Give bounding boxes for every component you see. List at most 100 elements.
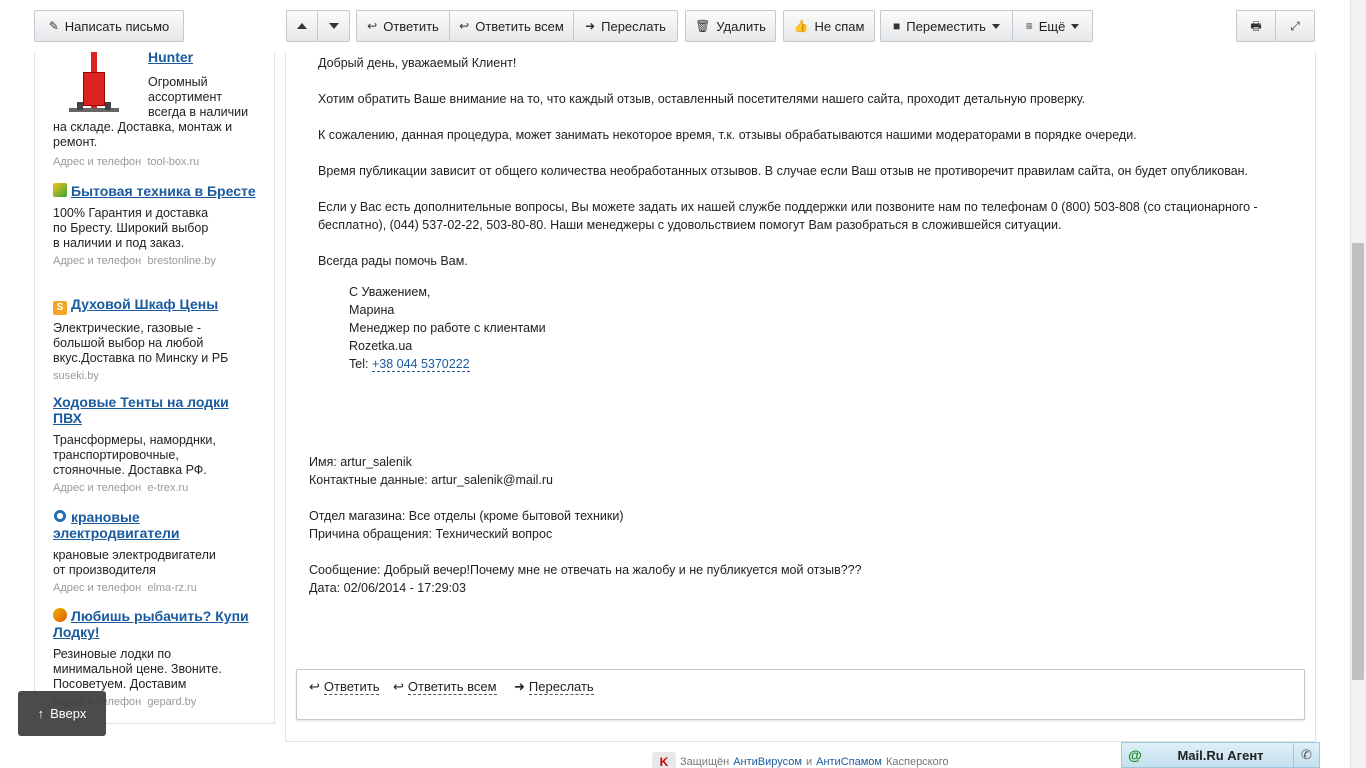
ad-meta[interactable]: Адрес и телефон brestonline.by [53, 254, 259, 269]
quick-forward-button[interactable]: ➜ Переслать [514, 679, 594, 695]
reply-button[interactable]: ↩ Ответить [356, 10, 450, 42]
delete-button[interactable]: 🗑 Удалить [685, 10, 776, 42]
move-label: Переместить [906, 18, 986, 34]
ad-title[interactable]: крановые электродвигатели [53, 509, 180, 541]
scroll-to-top-button[interactable]: ↑ Вверх [18, 691, 106, 736]
reply-all-button[interactable]: ↩ Ответить всем [449, 10, 574, 42]
ad-description: Резиновые лодки по минимальной цене. Зво… [53, 647, 222, 691]
form-name: Имя: artur_salenik [309, 455, 412, 469]
ad-description: Трансформеры, наморднки, транспортировоч… [53, 433, 216, 477]
signature-tel: Tel: +38 044 5370222 [349, 355, 470, 373]
ad-item: Бытовая техника в Бресте 100% Гарантия и… [53, 183, 259, 269]
quick-reply-label: Ответить [323, 679, 380, 695]
open-new-window-button[interactable]: ⤢ [1275, 10, 1315, 42]
ads-sidebar: Hunter Огромный ассортимент всегда в нал… [34, 42, 275, 724]
agent-status-icon: @ [1128, 747, 1142, 763]
more-button[interactable]: ≡ Ещё [1012, 10, 1093, 42]
chevron-down-icon [1071, 23, 1080, 29]
reply-icon: ↩ [367, 19, 378, 33]
form-date: Дата: 02/06/2014 - 17:29:03 [309, 581, 466, 595]
delete-label: Удалить [716, 18, 766, 34]
form-reason: Причина обращения: Технический вопрос [309, 527, 553, 541]
thumb-up-icon: 👍 [793, 19, 809, 33]
compose-label: Написать письмо [64, 18, 170, 34]
arrow-up-icon [297, 23, 307, 29]
forward-icon: ➜ [514, 679, 525, 694]
footer-suffix: Касперского [885, 756, 949, 768]
mailru-agent-widget[interactable]: @ Mail.Ru Агент ✆ [1121, 742, 1320, 768]
message-body-frame [285, 42, 1316, 742]
ad-favicon-icon [53, 608, 67, 622]
ad-title[interactable]: Бытовая техника в Бресте [71, 183, 256, 199]
chevron-down-icon [991, 23, 1000, 29]
signature-regards: С Уважением, [349, 285, 431, 299]
move-button[interactable]: ■ Переместить [880, 10, 1013, 42]
ad-title[interactable]: Ходовые Тенты на лодки ПВХ [53, 394, 229, 426]
print-button[interactable]: 🖶 [1236, 10, 1276, 42]
ad-description: 100% Гарантия и доставка по Бресту. Широ… [53, 206, 209, 250]
forward-button[interactable]: ➜ Переслать [573, 10, 678, 42]
reply-label: Ответить [383, 18, 439, 34]
message-paragraph: Если у Вас есть дополнительные вопросы, … [318, 200, 1258, 214]
reply-all-icon: ↩ [459, 19, 470, 33]
ad-description: Огромный ассортимент всегда в наличии [148, 75, 249, 119]
phone-icon[interactable]: ✆ [1293, 743, 1319, 767]
signature-role: Менеджер по работе с клиентами [349, 321, 546, 335]
message-paragraph: К сожалению, данная процедура, может зан… [318, 128, 1137, 142]
message-paragraph: Хотим обратить Ваше внимание на то, что … [318, 92, 1086, 106]
quick-forward-label: Переслать [528, 679, 594, 695]
arrow-up-icon: ↑ [37, 706, 45, 721]
arrow-down-icon [328, 23, 339, 29]
footer-and: и [805, 756, 813, 768]
prev-message-button[interactable] [286, 10, 318, 42]
ad-title[interactable]: Духовой Шкаф Цены [71, 296, 218, 312]
ad-item: Ходовые Тенты на лодки ПВХ Трансформеры,… [53, 395, 259, 496]
ad-meta[interactable]: Адрес и телефон tool-box.ru [53, 155, 199, 170]
form-message: Сообщение: Добрый вечер!Почему мне не от… [309, 563, 862, 577]
reply-all-label: Ответить всем [475, 18, 564, 34]
not-spam-button[interactable]: 👍 Не спам [783, 10, 875, 42]
message-paragraph: Всегда рады помочь Вам. [318, 254, 468, 268]
pencil-icon: ✎ [48, 19, 59, 33]
not-spam-label: Не спам [814, 18, 865, 34]
ad-meta[interactable]: Адрес и телефон e-trex.ru [53, 481, 259, 496]
more-label: Ещё [1038, 18, 1066, 34]
ad-title[interactable]: Любишь рыбачить? Купи Лодку! [53, 608, 249, 640]
ad-description: крановые электродвигатели от производите… [53, 548, 216, 577]
quick-reply-all-label: Ответить всем [407, 679, 497, 695]
trash-icon: 🗑 [695, 19, 711, 33]
quick-reply-button[interactable]: ↩ Ответить [309, 679, 380, 695]
signature-company: Rozetka.ua [349, 339, 413, 353]
ad-item: крановые электродвигатели крановые элект… [53, 509, 259, 596]
compose-button[interactable]: ✎ Написать письмо [34, 10, 184, 42]
quick-reply-bar: ↩ Ответить ↩ Ответить всем ➜ Переслать [296, 669, 1305, 720]
ad-product-image [69, 44, 125, 116]
tel-label: Tel: [349, 357, 369, 371]
ad-favicon-icon [53, 509, 67, 523]
antispam-link[interactable]: АнтиСпамом [816, 756, 882, 768]
tel-link[interactable]: +38 044 5370222 [371, 357, 470, 372]
scrollbar-thumb[interactable] [1352, 243, 1364, 680]
quick-reply-all-button[interactable]: ↩ Ответить всем [393, 679, 497, 695]
forward-label: Переслать [601, 18, 666, 34]
message-paragraph: бесплатно), (044) 537-02-22, 503-80-80. … [318, 218, 1062, 232]
form-department: Отдел магазина: Все отделы (кроме бытово… [309, 509, 624, 523]
signature-name: Марина [349, 303, 395, 317]
agent-label: Mail.Ru Агент [1177, 747, 1264, 763]
toolbar: ✎ Написать письмо ↩ Ответить ↩ Ответить … [0, 0, 1350, 52]
next-message-button[interactable] [317, 10, 350, 42]
reply-icon: ↩ [309, 679, 320, 694]
ad-item: S Духовой Шкаф Цены Электрические, газовы… [53, 297, 259, 384]
scroll-to-top-label: Вверх [50, 706, 87, 721]
form-contact: Контактные данные: artur_salenik@mail.ru [309, 473, 554, 487]
ad-meta[interactable]: suseki.by [53, 369, 259, 384]
footer-protection: K Защищён АнтиВирусом и АнтиСпамом Каспе… [652, 752, 949, 768]
footer-prefix: Защищён [680, 756, 730, 768]
message-greeting: Добрый день, уважаемый Клиент! [318, 56, 517, 70]
ad-description: Электрические, газовые - большой выбор н… [53, 321, 229, 365]
folder-icon: ■ [893, 19, 901, 33]
forward-icon: ➜ [585, 19, 596, 33]
ad-meta[interactable]: Адрес и телефон elma-rz.ru [53, 581, 259, 596]
ad-favicon-icon [53, 183, 67, 197]
antivirus-link[interactable]: АнтиВирусом [733, 756, 802, 768]
